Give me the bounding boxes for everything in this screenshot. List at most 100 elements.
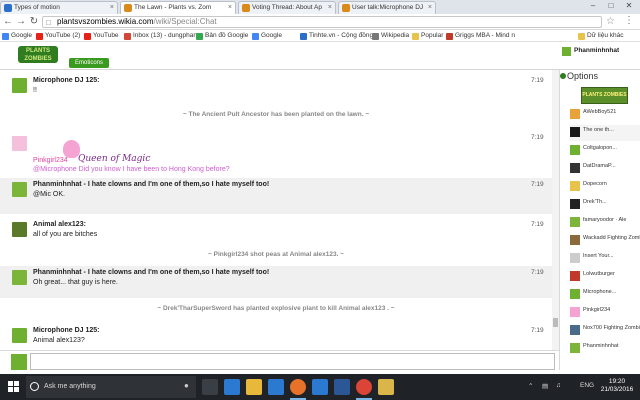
- bookmark-label: Bản đồ Google: [205, 32, 249, 39]
- user-list-item[interactable]: Pinkgirl234: [570, 305, 640, 321]
- message-username[interactable]: Animal alex123:: [33, 221, 86, 228]
- tab-close-icon[interactable]: ×: [110, 2, 114, 13]
- user-list-item[interactable]: The one th...: [570, 125, 640, 141]
- maximize-icon[interactable]: □: [602, 0, 620, 12]
- user-list-item[interactable]: Wackadd Fighting Zombies: [570, 233, 640, 249]
- message-timestamp: 7:19: [531, 269, 544, 276]
- bookmark-label: YouTube: [93, 32, 119, 39]
- options-button[interactable]: Options: [567, 71, 598, 81]
- url-field[interactable]: □ plantsvszombies.wikia.com/wiki/Special…: [42, 16, 602, 28]
- browser-tab[interactable]: User talk:Microphone DJ ×: [338, 1, 436, 14]
- tab-favicon-icon: [4, 4, 12, 12]
- bookmark-label: Dữ liệu khác: [587, 32, 624, 39]
- message-username[interactable]: Phanminhnhat - I hate clowns and I'm one…: [33, 181, 269, 188]
- user-list-item[interactable]: Nox700 Fighting Zombies: [570, 323, 640, 339]
- chat-scrollbar[interactable]: [552, 70, 559, 350]
- bookmark-icon: [36, 33, 43, 40]
- language-indicator[interactable]: ENG: [580, 382, 594, 389]
- minimize-icon[interactable]: –: [584, 0, 602, 12]
- task-view-icon[interactable]: [202, 379, 218, 395]
- microphone-icon[interactable]: ●: [184, 381, 189, 390]
- browser-tab[interactable]: Types of motion ×: [0, 1, 118, 14]
- tab-label: User talk:Microphone DJ: [352, 4, 424, 11]
- paint-icon[interactable]: [378, 379, 394, 395]
- user-list-name: Insert Your...: [583, 253, 614, 259]
- input-user-avatar: [11, 354, 27, 370]
- close-window-icon[interactable]: ✕: [620, 0, 638, 12]
- bookmark-star-icon[interactable]: ☆: [606, 16, 615, 27]
- user-avatar[interactable]: [12, 136, 27, 151]
- windows-start-icon[interactable]: [8, 381, 20, 393]
- message-username[interactable]: Pinkgirl234: [33, 157, 68, 164]
- tray-arrow-icon[interactable]: ⌃: [528, 382, 533, 390]
- user-avatar[interactable]: [12, 78, 27, 93]
- user-list-item[interactable]: Coltgalopon...: [570, 143, 640, 159]
- edge-icon[interactable]: [224, 379, 240, 395]
- user-list-item[interactable]: famaryoodor · Ale: [570, 215, 640, 231]
- tab-close-icon[interactable]: ×: [328, 2, 332, 13]
- user-list-item[interactable]: Lolwutburger: [570, 269, 640, 285]
- browser-tab[interactable]: The Lawn - Plants vs. Zom ×: [120, 1, 236, 14]
- word-icon[interactable]: [334, 379, 350, 395]
- bookmark-icon: [446, 33, 453, 40]
- user-avatar[interactable]: [12, 222, 27, 237]
- user-list-item[interactable]: Dopecorn: [570, 179, 640, 195]
- bookmark-item[interactable]: Google: [2, 31, 32, 41]
- chat-message: Phanminhnhat - I hate clowns and I'm one…: [0, 178, 552, 214]
- bookmark-item[interactable]: Tinhte.vn - Cộng đồng: [300, 31, 373, 41]
- user-avatar[interactable]: [12, 328, 27, 343]
- user-list-item[interactable]: Microphone...: [570, 287, 640, 303]
- taskbar-clock[interactable]: 19:20 21/03/2016: [600, 378, 634, 394]
- volume-icon[interactable]: ♫: [556, 382, 561, 389]
- user-list-item[interactable]: AWebBoy521: [570, 107, 640, 123]
- message-username[interactable]: Microphone DJ 125:: [33, 327, 100, 334]
- message-timestamp: 7:19: [531, 221, 544, 228]
- user-list-name: Phanminhnhat: [583, 343, 619, 349]
- store-icon[interactable]: [268, 379, 284, 395]
- bookmark-item[interactable]: Wikipedia: [372, 31, 409, 41]
- emoticons-button[interactable]: Emoticons: [69, 58, 110, 68]
- bookmark-item[interactable]: Google: [252, 31, 282, 41]
- message-username[interactable]: Microphone DJ 125:: [33, 77, 100, 84]
- user-list-name: DatDramaP...: [583, 163, 616, 169]
- user-avatar[interactable]: [12, 270, 27, 285]
- back-icon[interactable]: ←: [2, 16, 14, 28]
- photos-icon[interactable]: [312, 379, 328, 395]
- bookmark-item[interactable]: Inbox (13) - dungphan: [124, 31, 197, 41]
- user-list-avatar: [570, 235, 580, 245]
- pvz-logo[interactable]: PLANTS ZOMBIES: [18, 46, 58, 63]
- chat-scrollbar-thumb[interactable]: [553, 318, 558, 327]
- bookmark-item[interactable]: YouTube (2): [36, 31, 80, 41]
- user-avatar[interactable]: [12, 182, 27, 197]
- network-icon[interactable]: ▤: [542, 382, 548, 390]
- forward-icon[interactable]: →: [15, 16, 27, 28]
- cortana-search-box[interactable]: Ask me anything ●: [26, 376, 196, 398]
- user-list-item[interactable]: Phanminhnhat: [570, 341, 640, 357]
- pvz-banner[interactable]: PLANTS ZOMBIES: [581, 87, 628, 104]
- browser-menu-icon[interactable]: ⋮: [624, 15, 634, 26]
- bookmark-item[interactable]: Bản đồ Google: [196, 31, 248, 41]
- user-list-item[interactable]: Insert Your...: [570, 251, 640, 267]
- reload-icon[interactable]: ↻: [28, 16, 40, 28]
- browser-tab[interactable]: Voting Thread: About Ap ×: [238, 1, 336, 14]
- user-list-item[interactable]: Drek'Th...: [570, 197, 640, 213]
- bookmark-item[interactable]: Griggs MBA - Mind n: [446, 31, 515, 41]
- tab-close-icon[interactable]: ×: [428, 2, 432, 13]
- page-info-icon[interactable]: □: [46, 18, 51, 28]
- user-list-item[interactable]: DatDramaP...: [570, 161, 640, 177]
- current-user-name[interactable]: Phanminhnhat: [574, 47, 619, 54]
- tab-close-icon[interactable]: ×: [228, 2, 232, 13]
- user-list-name: Microphone...: [583, 289, 617, 295]
- user-list-avatar: [570, 199, 580, 209]
- current-user-avatar[interactable]: [562, 47, 571, 56]
- chat-message-input[interactable]: [30, 353, 555, 370]
- file-explorer-icon[interactable]: [246, 379, 262, 395]
- bookmark-item[interactable]: YouTube: [84, 31, 119, 41]
- bookmark-item[interactable]: Dữ liệu khác: [578, 31, 624, 41]
- firefox-icon[interactable]: [290, 379, 306, 395]
- options-gear-icon[interactable]: [560, 73, 566, 79]
- message-username[interactable]: Phanminhnhat - I hate clowns and I'm one…: [33, 269, 269, 276]
- chrome-icon[interactable]: [356, 379, 372, 395]
- chat-message: Phanminhnhat - I hate clowns and I'm one…: [0, 266, 552, 298]
- bookmark-item[interactable]: Popular: [412, 31, 443, 41]
